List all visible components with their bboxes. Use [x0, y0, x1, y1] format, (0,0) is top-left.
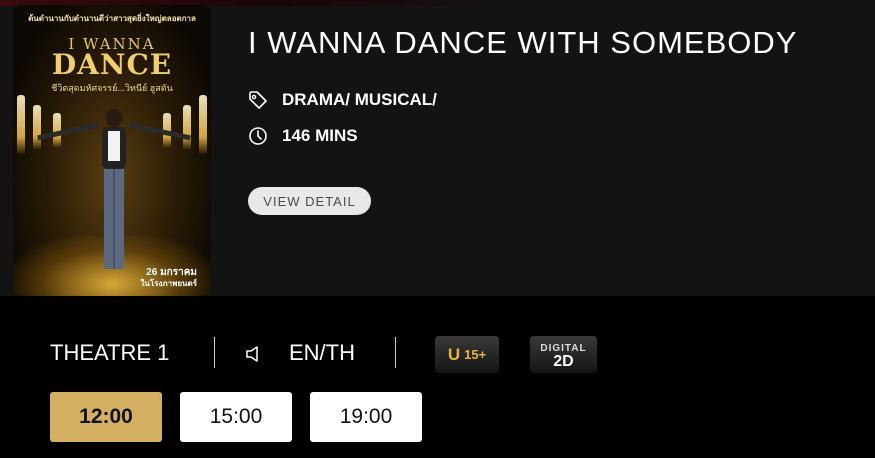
showtime-button[interactable]: 15:00 — [180, 392, 292, 442]
movie-poster[interactable]: ต้นตำนานกับตำนานดีว่าสาวสุดยิ่งใหญ่ตลอดก… — [13, 5, 211, 296]
audio-language: EN/TH — [289, 340, 355, 365]
figure-arm — [37, 122, 99, 141]
divider — [214, 337, 215, 368]
figure-arm — [129, 122, 191, 141]
showtime-button[interactable]: 19:00 — [310, 392, 422, 442]
showing-info-bar: THEATRE 1 EN/TH U 15+ DIGITAL 2D — [0, 332, 875, 373]
genre-row: DRAMA/ MUSICAL/ — [248, 90, 437, 110]
poster-title-line2: DANCE — [51, 48, 173, 81]
dancer-figure — [97, 109, 131, 279]
poster-tagline: ต้นตำนานกับตำนานดีว่าสาวสุดยิ่งใหญ่ตลอดก… — [28, 14, 196, 23]
movie-duration: 146 MINS — [282, 126, 358, 145]
theatre-name: THEATRE 1 — [50, 340, 170, 365]
clock-icon — [249, 127, 267, 145]
stage-light — [17, 95, 25, 155]
poster-release-date: 26 มกราคม ในโรงภาพยนตร์ — [140, 267, 197, 288]
showtime-button[interactable]: 12:00 — [50, 392, 162, 442]
stage-light — [33, 105, 41, 150]
rating-badge: U 15+ — [435, 336, 499, 373]
duration-row: 146 MINS — [248, 126, 358, 146]
speaker-icon — [246, 346, 258, 362]
format-badge: DIGITAL 2D — [530, 336, 597, 373]
stage-light — [183, 105, 191, 150]
tag-icon — [249, 91, 267, 109]
poster-subtitle: ชีวิตสุดมหัศจรรย์...วิทนีย์ ฮูสตัน — [51, 83, 173, 93]
movie-genre: DRAMA/ MUSICAL/ — [282, 90, 437, 109]
divider — [395, 337, 396, 368]
movie-title: I WANNA DANCE WITH SOMEBODY — [248, 25, 798, 60]
view-detail-button[interactable]: VIEW DETAIL — [248, 187, 371, 215]
stage-light — [199, 95, 207, 155]
